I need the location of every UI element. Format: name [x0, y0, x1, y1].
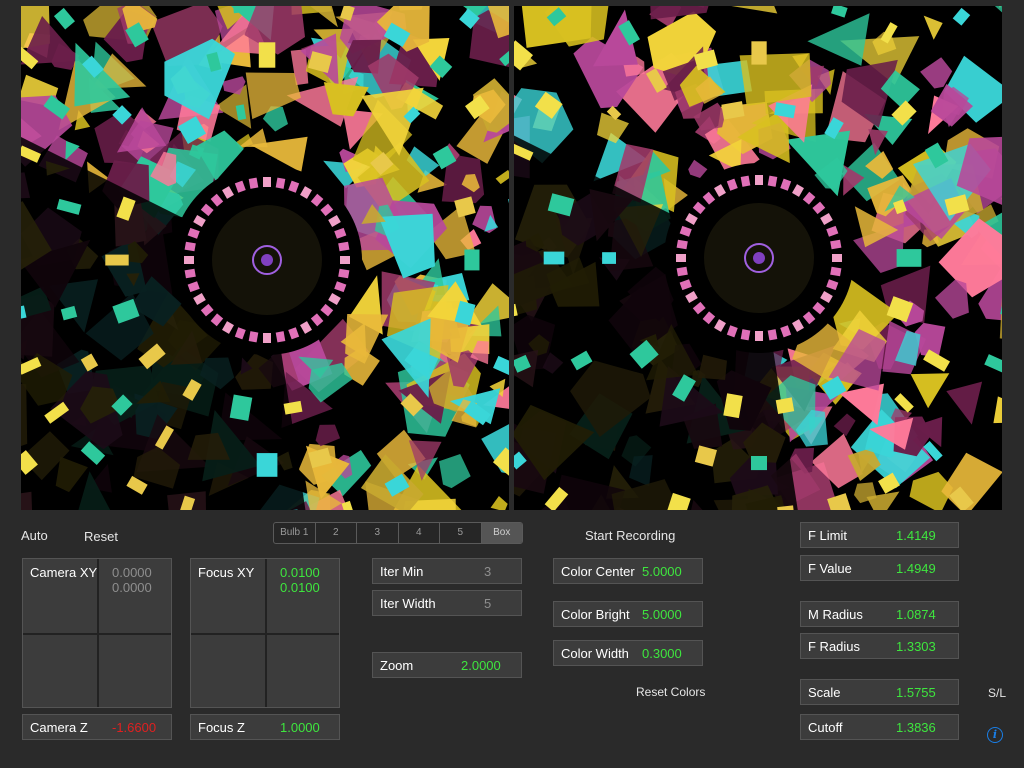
bulb-option-1[interactable]: Bulb 1 [274, 523, 316, 543]
camera-z-label: Camera Z [30, 720, 88, 735]
focus-xy-pad[interactable]: Focus XY 0.0100 0.0100 [190, 558, 340, 708]
m-radius-value: 1.0874 [896, 607, 936, 622]
bulb-option-4[interactable]: 4 [399, 523, 440, 543]
focus-z-value: 1.0000 [280, 720, 320, 735]
scale-widget[interactable]: Scale 1.5755 [800, 679, 959, 705]
f-value-value: 1.4949 [896, 561, 936, 576]
focus-z-widget[interactable]: Focus Z 1.0000 [190, 714, 340, 740]
fractal-view-right[interactable] [514, 6, 1002, 510]
m-radius-widget[interactable]: M Radius 1.0874 [800, 601, 959, 627]
zoom-value: 2.0000 [461, 658, 501, 673]
f-value-label: F Value [808, 561, 852, 576]
zoom-widget[interactable]: Zoom 2.0000 [372, 652, 522, 678]
m-radius-label: M Radius [808, 607, 863, 622]
focus-x-value: 0.0100 [280, 565, 320, 580]
camera-z-widget[interactable]: Camera Z -1.6600 [22, 714, 172, 740]
zoom-label: Zoom [380, 658, 414, 673]
f-limit-label: F Limit [808, 528, 847, 543]
iter-width-widget[interactable]: Iter Width 5 [372, 590, 522, 616]
fractal-render [21, 6, 509, 510]
color-width-value: 0.3000 [642, 646, 682, 661]
auto-button[interactable]: Auto [21, 528, 48, 543]
save-load-button[interactable]: S/L [988, 686, 1006, 700]
reset-colors-button[interactable]: Reset Colors [636, 685, 705, 699]
iter-width-label: Iter Width [380, 596, 436, 611]
color-bright-label: Color Bright [561, 607, 630, 622]
camera-x-value: 0.0000 [112, 565, 152, 580]
info-icon[interactable]: i [987, 727, 1003, 743]
color-width-widget[interactable]: Color Width 0.3000 [553, 640, 703, 666]
camera-z-value: -1.6600 [112, 720, 157, 735]
start-recording-button[interactable]: Start Recording [585, 528, 675, 543]
cutoff-label: Cutoff [808, 720, 843, 735]
camera-xy-pad[interactable]: Camera XY 0.0000 0.0000 [22, 558, 172, 708]
scale-label: Scale [808, 685, 841, 700]
bulb-selector: Bulb 1 2 3 4 5 Box [273, 522, 523, 544]
cutoff-widget[interactable]: Cutoff 1.3836 [800, 714, 959, 740]
reset-button[interactable]: Reset [84, 529, 118, 544]
color-center-label: Color Center [561, 564, 635, 579]
iter-min-label: Iter Min [380, 564, 424, 579]
bulb-option-3[interactable]: 3 [357, 523, 399, 543]
f-limit-value: 1.4149 [896, 528, 936, 543]
color-bright-widget[interactable]: Color Bright 5.0000 [553, 601, 703, 627]
fractal-view-left[interactable] [21, 6, 509, 510]
f-limit-widget[interactable]: F Limit 1.4149 [800, 522, 959, 548]
bulb-option-5[interactable]: 5 [440, 523, 482, 543]
iter-min-value: 3 [484, 564, 492, 579]
fractal-render [514, 6, 1002, 510]
focus-xy-label: Focus XY [198, 565, 255, 580]
iter-width-value: 5 [484, 596, 492, 611]
focus-z-label: Focus Z [198, 720, 245, 735]
color-width-label: Color Width [561, 646, 629, 661]
color-bright-value: 5.0000 [642, 607, 682, 622]
f-radius-value: 1.3303 [896, 639, 936, 654]
f-value-widget[interactable]: F Value 1.4949 [800, 555, 959, 581]
iter-min-widget[interactable]: Iter Min 3 [372, 558, 522, 584]
camera-y-value: 0.0000 [112, 580, 152, 595]
bulb-option-2[interactable]: 2 [316, 523, 357, 543]
f-radius-label: F Radius [808, 639, 861, 654]
color-center-widget[interactable]: Color Center 5.0000 [553, 558, 703, 584]
scale-value: 1.5755 [896, 685, 936, 700]
camera-xy-label: Camera XY [30, 565, 98, 580]
focus-y-value: 0.0100 [280, 580, 320, 595]
cutoff-value: 1.3836 [896, 720, 936, 735]
f-radius-widget[interactable]: F Radius 1.3303 [800, 633, 959, 659]
pad-divider-v [265, 559, 267, 707]
pad-divider-v [97, 559, 99, 707]
color-center-value: 5.0000 [642, 564, 682, 579]
bulb-option-box[interactable]: Box [481, 523, 522, 543]
